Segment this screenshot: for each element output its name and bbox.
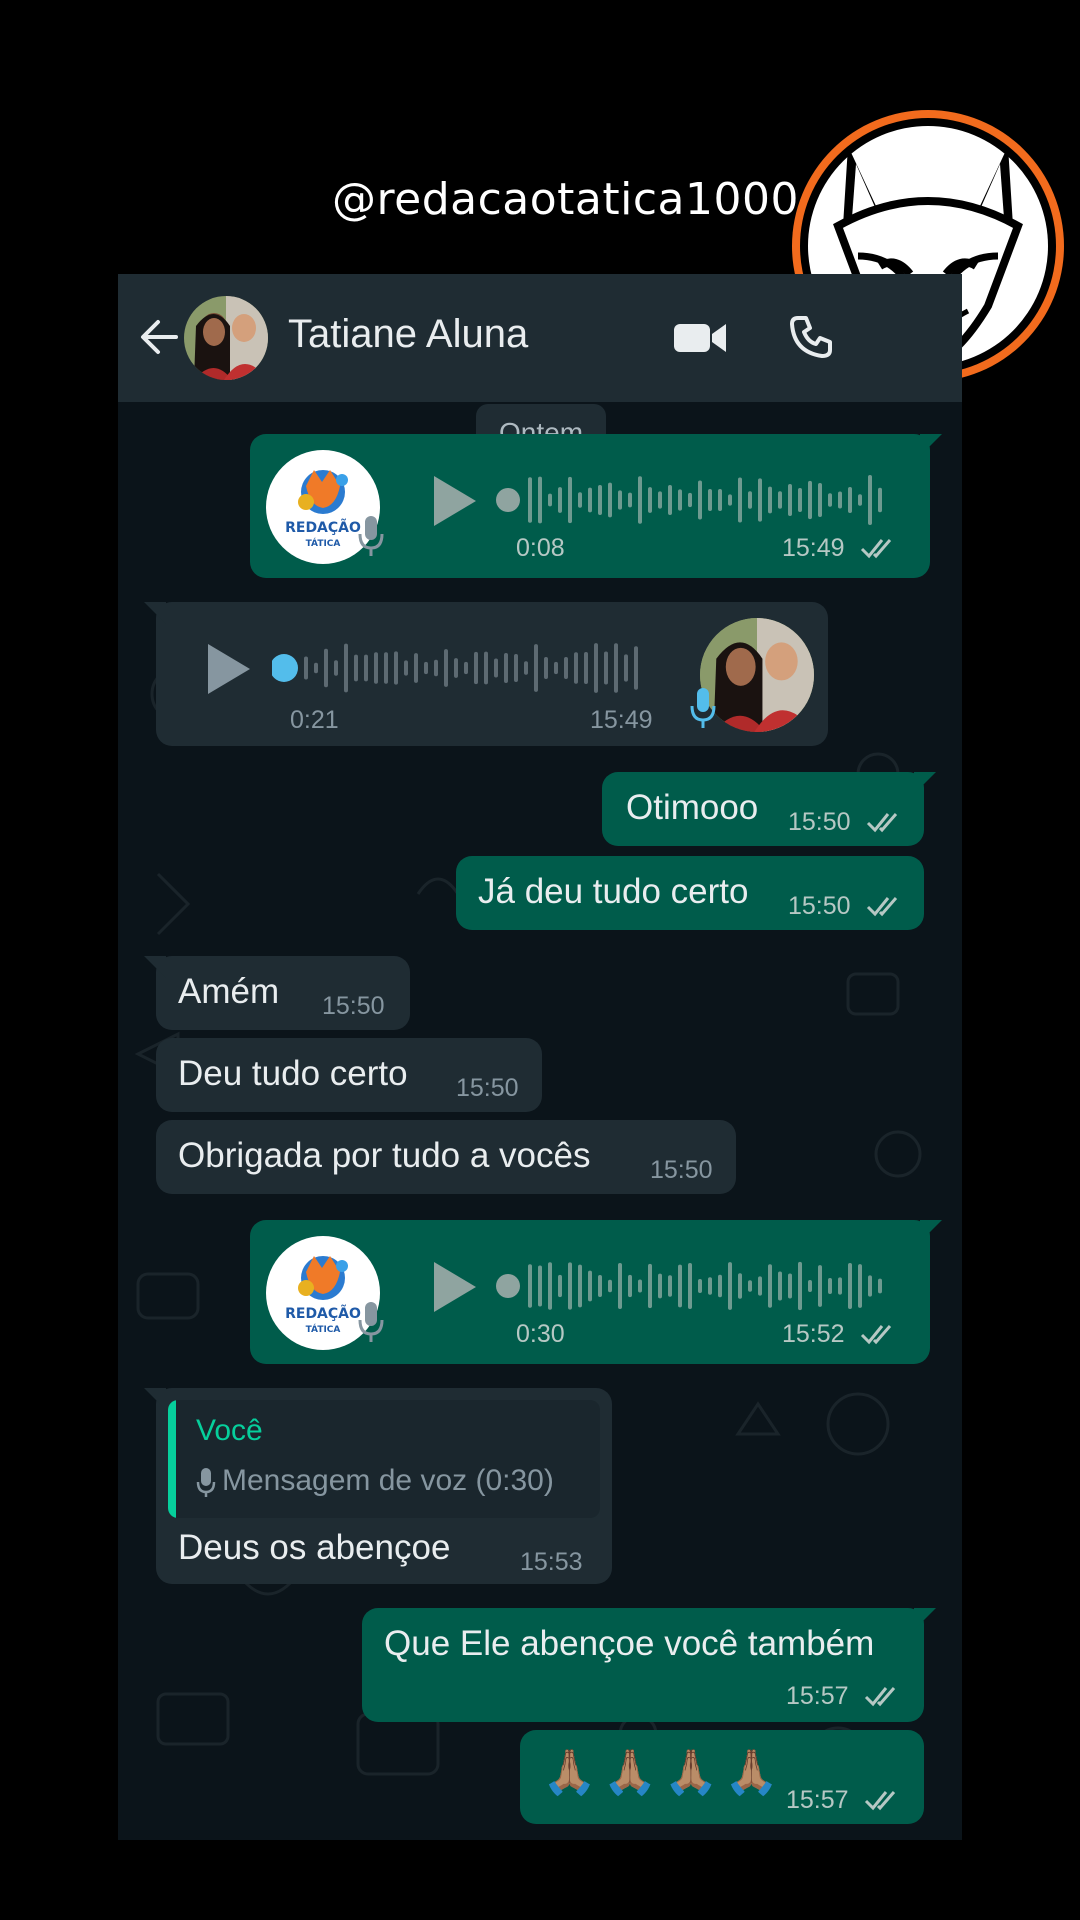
double-check-icon — [860, 1325, 892, 1345]
voice-duration: 0:08 — [516, 534, 565, 562]
quote-author: Você — [196, 1414, 263, 1447]
message-text: Obrigada por tudo a vocês — [178, 1136, 591, 1175]
play-icon[interactable] — [430, 474, 478, 528]
message-time: 15:57 — [786, 1682, 849, 1710]
text-message-in: Obrigada por tudo a vocês 15:50 — [156, 1120, 736, 1194]
message-time: 15:53 — [520, 1548, 583, 1576]
message-text: Já deu tudo certo — [478, 872, 749, 911]
message-time: 15:57 — [786, 1786, 849, 1814]
double-check-icon — [860, 539, 892, 559]
message-text: Deus os abençoe — [178, 1528, 451, 1567]
bubble-tail — [144, 1388, 166, 1410]
text-message-out: Que Ele abençoe você também 15:57 — [362, 1608, 936, 1722]
quote-accent-bar — [168, 1400, 176, 1518]
logo-text-line2: TÁTICA — [306, 1323, 341, 1335]
voice-message-out: REDAÇÃO TÁTICA 0:08 15:49 — [250, 434, 942, 578]
mic-icon — [196, 1468, 216, 1497]
voice-waveform[interactable] — [272, 640, 654, 696]
mic-icon — [358, 516, 384, 556]
bubble-tail — [144, 602, 166, 624]
message-time: 15:50 — [788, 808, 851, 836]
chat-header: Tatiane Aluna — [118, 274, 962, 402]
message-time: 15:50 — [650, 1156, 713, 1184]
message-time: 15:52 — [782, 1320, 845, 1348]
bubble-tail — [914, 1608, 936, 1630]
voice-message-in: 0:21 15:49 — [144, 602, 828, 746]
mic-icon — [358, 1302, 384, 1342]
watermark-handle: @redacaotatica1000 — [332, 174, 799, 225]
message-time: 15:49 — [590, 706, 653, 734]
contact-avatar[interactable] — [184, 296, 268, 380]
double-check-icon — [866, 897, 898, 917]
text-message-out: Já deu tudo certo 15:50 — [456, 856, 924, 930]
phone-icon[interactable] — [790, 314, 834, 358]
voice-duration: 0:21 — [290, 706, 339, 734]
quoted-message[interactable]: Você Mensagem de voz (0:30) — [168, 1400, 600, 1518]
message-text: Que Ele abençoe você também — [384, 1624, 875, 1663]
bubble-tail — [920, 434, 942, 456]
text-message-in: Deu tudo certo 15:50 — [156, 1038, 542, 1112]
voice-message-out: REDAÇÃO TÁTICA 0:30 15:52 — [250, 1220, 942, 1364]
bubble-tail — [914, 772, 936, 794]
play-icon[interactable] — [204, 642, 252, 696]
voice-duration: 0:30 — [516, 1320, 565, 1348]
play-icon[interactable] — [430, 1260, 478, 1314]
chat-screen: Tatiane Aluna Ontem REDAÇÃO TÁTICA 0:08 … — [118, 274, 962, 1840]
emoji-message-out: 🙏🏽🙏🏽🙏🏽🙏🏽 15:57 — [520, 1730, 924, 1824]
video-camera-icon[interactable] — [674, 320, 726, 356]
message-time: 15:50 — [322, 992, 385, 1020]
sender-avatar — [700, 618, 814, 732]
message-time: 15:49 — [782, 534, 845, 562]
contact-name[interactable]: Tatiane Aluna — [288, 312, 528, 357]
voice-waveform[interactable] — [496, 1258, 896, 1314]
text-message-in: Amém 15:50 — [144, 956, 410, 1030]
logo-text-line2: TÁTICA — [306, 537, 341, 549]
text-message-out: Otimooo 15:50 — [602, 772, 936, 846]
reply-message-in: Você Mensagem de voz (0:30) Deus os aben… — [144, 1388, 612, 1584]
double-check-icon — [864, 1791, 896, 1811]
message-text: Otimooo — [626, 788, 759, 827]
logo-text-line1: REDAÇÃO — [285, 519, 361, 536]
message-time: 15:50 — [456, 1074, 519, 1102]
message-text: 🙏🏽🙏🏽🙏🏽🙏🏽 — [542, 1748, 786, 1797]
bubble-tail — [920, 1220, 942, 1242]
double-check-icon — [866, 813, 898, 833]
arrow-left-icon[interactable] — [136, 314, 182, 360]
voice-waveform[interactable] — [496, 472, 896, 528]
logo-text-line1: REDAÇÃO — [285, 1305, 361, 1322]
bubble-tail — [144, 956, 166, 978]
message-text: Deu tudo certo — [178, 1054, 408, 1093]
mic-icon — [690, 688, 716, 728]
double-check-icon — [864, 1687, 896, 1707]
message-text: Amém — [178, 972, 280, 1011]
message-time: 15:50 — [788, 892, 851, 920]
quote-text: Mensagem de voz (0:30) — [222, 1464, 554, 1497]
